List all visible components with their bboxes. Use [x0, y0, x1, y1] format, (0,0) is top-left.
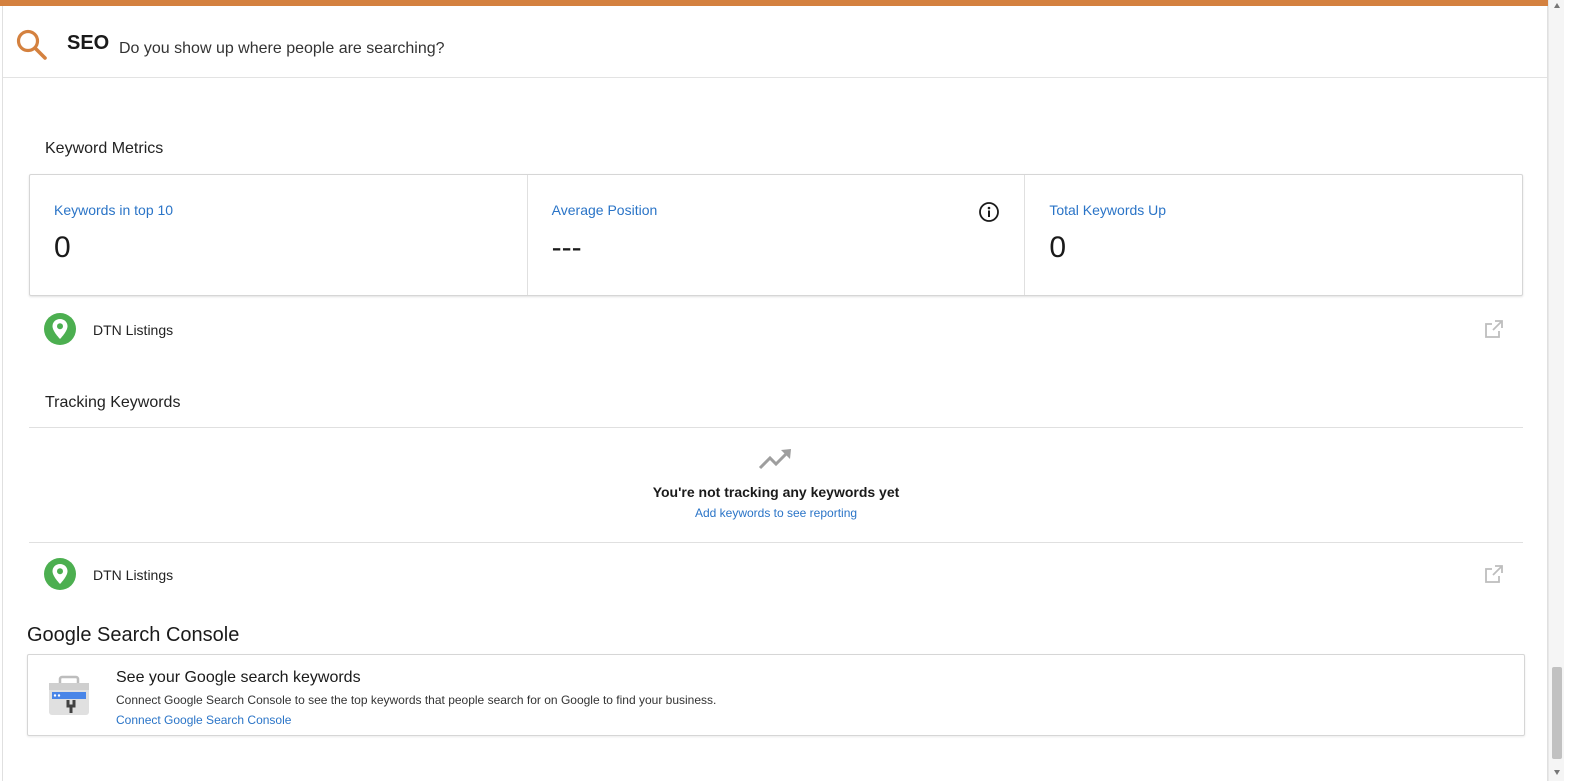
- row-label: DTN Listings: [93, 567, 174, 583]
- location-pin-icon: [44, 313, 76, 345]
- keyword-metrics-title: Keyword Metrics: [45, 140, 164, 157]
- location-pin-icon: [44, 558, 76, 590]
- page-title: SEO: [67, 32, 110, 54]
- card-header: SEO Do you show up where people are sear…: [3, 6, 1547, 78]
- info-icon[interactable]: [978, 201, 1000, 223]
- gsc-card: See your Google search keywords Connect …: [27, 654, 1525, 736]
- scrollbar-thumb[interactable]: [1552, 667, 1562, 759]
- search-icon: [16, 29, 47, 60]
- metric-total-keywords-up: Total Keywords Up 0: [1025, 175, 1522, 295]
- row-label: DTN Listings: [93, 322, 174, 338]
- empty-title: You're not tracking any keywords yet: [652, 484, 900, 500]
- metric-average-position: Average Position ---: [528, 175, 1026, 295]
- scroll-up-arrow-icon[interactable]: [1553, 2, 1561, 10]
- search-console-icon: [49, 675, 89, 715]
- open-in-new-icon[interactable]: [1483, 318, 1505, 340]
- seo-card: SEO Do you show up where people are sear…: [2, 6, 1548, 781]
- page: SEO Do you show up where people are sear…: [0, 0, 1590, 781]
- connect-gsc-link[interactable]: Connect Google Search Console: [116, 713, 291, 727]
- add-keywords-link[interactable]: Add keywords to see reporting: [695, 506, 857, 520]
- tracking-keywords-title: Tracking Keywords: [45, 394, 181, 411]
- metric-value: ---: [551, 231, 582, 264]
- page-margin: [1564, 0, 1590, 781]
- vertical-scrollbar[interactable]: [1548, 0, 1564, 781]
- gsc-heading: Google Search Console: [27, 624, 240, 646]
- page-subtitle: Do you show up where people are searchin…: [119, 40, 445, 57]
- trending-up-icon: [758, 449, 791, 470]
- metric-label[interactable]: Keywords in top 10: [54, 202, 173, 218]
- dtn-listings-row[interactable]: DTN Listings: [29, 543, 1523, 605]
- divider: [29, 427, 1523, 428]
- dtn-listings-row[interactable]: DTN Listings: [29, 298, 1523, 360]
- gsc-card-title: See your Google search keywords: [116, 669, 361, 686]
- gsc-card-description: Connect Google Search Console to see the…: [116, 693, 717, 707]
- metric-keywords-top-10: Keywords in top 10 0: [30, 175, 528, 295]
- metric-value: 0: [54, 231, 71, 264]
- metrics-panel: Keywords in top 10 0 Average Position --…: [29, 174, 1523, 296]
- scroll-down-arrow-icon[interactable]: [1553, 768, 1561, 776]
- metric-label[interactable]: Total Keywords Up: [1049, 202, 1166, 218]
- metric-label[interactable]: Average Position: [552, 202, 658, 218]
- empty-state: You're not tracking any keywords yet Add…: [29, 446, 1523, 536]
- open-in-new-icon[interactable]: [1483, 563, 1505, 585]
- metric-value: 0: [1049, 231, 1067, 264]
